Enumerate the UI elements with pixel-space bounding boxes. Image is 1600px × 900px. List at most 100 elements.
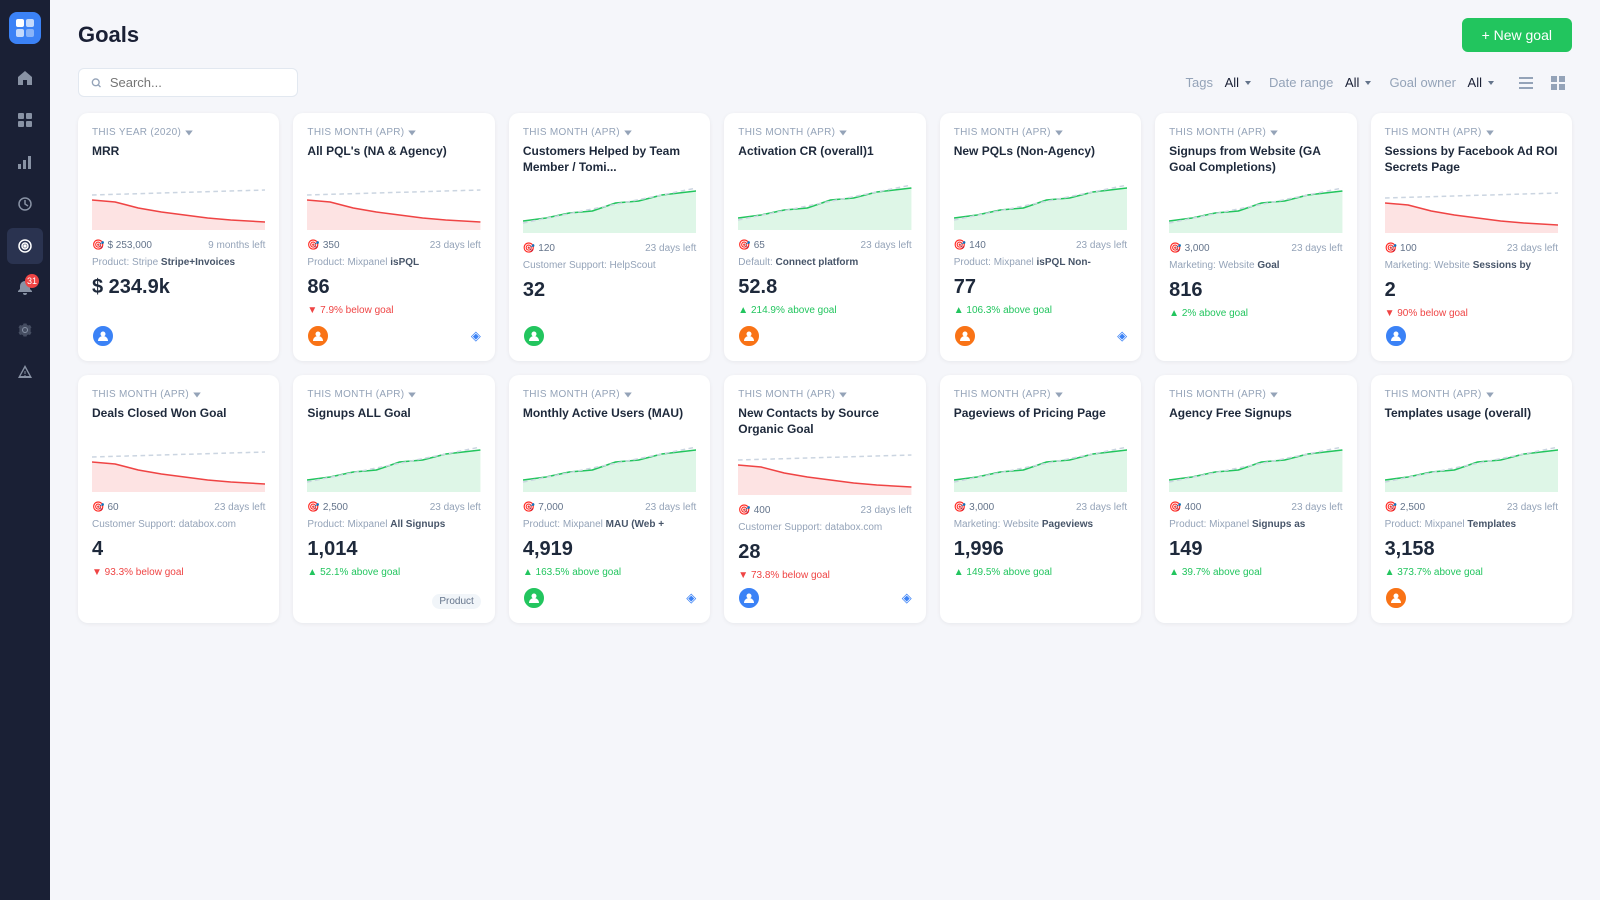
card-source: Product: Mixpanel isPQL Non- — [954, 257, 1127, 268]
goal-card[interactable]: THIS MONTH (APR) Signups ALL Goal 🎯 2,50… — [293, 375, 494, 623]
card-footer — [738, 325, 911, 347]
card-chart — [954, 180, 1127, 230]
chevron-icon — [838, 390, 848, 400]
chevron-icon — [1054, 390, 1064, 400]
goal-card[interactable]: THIS MONTH (APR) Activation CR (overall)… — [724, 113, 925, 361]
avatar-group — [1385, 325, 1407, 347]
view-toggle — [1512, 69, 1572, 97]
avatar — [1385, 587, 1407, 609]
connect-icon[interactable]: ◈ — [1117, 328, 1127, 343]
goal-card[interactable]: THIS MONTH (APR) All PQL's (NA & Agency)… — [293, 113, 494, 361]
sidebar-item-notifications[interactable]: 31 — [7, 270, 43, 306]
card-period: THIS MONTH (APR) — [1169, 127, 1342, 138]
card-target: 🎯 400 — [738, 505, 770, 516]
goals-grid: THIS YEAR (2020) MRR 🎯 $ 253,000 9 month… — [50, 109, 1600, 900]
card-target: 🎯 65 — [738, 240, 765, 251]
card-period: THIS MONTH (APR) — [954, 389, 1127, 400]
card-footer: ◈ — [523, 587, 696, 609]
card-target-value: 350 — [323, 240, 340, 251]
chevron-icon — [1269, 128, 1279, 138]
avatar-group — [523, 587, 545, 609]
card-period: THIS MONTH (APR) — [307, 127, 480, 138]
card-days: 9 months left — [208, 240, 265, 251]
card-target-value: 3,000 — [1185, 243, 1210, 254]
card-title: New Contacts by Source Organic Goal — [738, 406, 911, 437]
goal-card[interactable]: THIS MONTH (APR) Pageviews of Pricing Pa… — [940, 375, 1141, 623]
card-footer: ◈ — [307, 325, 480, 347]
card-delta: ▼ 73.8% below goal — [738, 570, 911, 581]
card-value: 1,996 — [954, 538, 1127, 561]
card-footer: ◈ — [954, 325, 1127, 347]
avatar — [523, 325, 545, 347]
card-source: Product: Mixpanel isPQL — [307, 257, 480, 268]
card-delta: ▲ 149.5% above goal — [954, 567, 1127, 578]
sidebar-item-metrics[interactable] — [7, 186, 43, 222]
goal-owner-filter[interactable]: Goal owner All — [1389, 75, 1496, 90]
card-target: 🎯 3,000 — [1169, 243, 1209, 254]
card-footer — [1385, 325, 1558, 347]
card-target-value: 3,000 — [969, 502, 994, 513]
avatar-group — [1385, 587, 1407, 609]
connect-icon[interactable]: ◈ — [471, 328, 481, 343]
card-value: 3,158 — [1385, 538, 1558, 561]
card-source: Default: Connect platform — [738, 257, 911, 268]
search-input[interactable] — [110, 75, 285, 90]
logo[interactable] — [9, 12, 41, 44]
list-view-button[interactable] — [1512, 69, 1540, 97]
card-title: All PQL's (NA & Agency) — [307, 144, 480, 172]
card-title: Templates usage (overall) — [1385, 406, 1558, 434]
chevron-icon — [407, 128, 417, 138]
card-source: Product: Mixpanel Templates — [1385, 519, 1558, 530]
sidebar-item-goals[interactable] — [7, 228, 43, 264]
sidebar-item-settings[interactable] — [7, 312, 43, 348]
search-box[interactable] — [78, 68, 298, 97]
card-period: THIS YEAR (2020) — [92, 127, 265, 138]
card-source: Product: Mixpanel All Signups — [307, 519, 480, 530]
connect-icon[interactable]: ◈ — [902, 590, 912, 605]
sidebar-item-reports[interactable] — [7, 144, 43, 180]
card-chart — [92, 180, 265, 230]
card-target-value: 140 — [969, 240, 986, 251]
sidebar-item-home[interactable] — [7, 60, 43, 96]
sidebar-item-dashboard[interactable] — [7, 102, 43, 138]
card-title: Customers Helped by Team Member / Tomi..… — [523, 144, 696, 175]
goal-card[interactable]: THIS MONTH (APR) Deals Closed Won Goal 🎯… — [78, 375, 279, 623]
card-delta: ▲ 2% above goal — [1169, 308, 1342, 319]
card-chart — [1385, 442, 1558, 492]
goal-card[interactable]: THIS MONTH (APR) New Contacts by Source … — [724, 375, 925, 623]
card-title: Sessions by Facebook Ad ROI Secrets Page — [1385, 144, 1558, 175]
connect-icon[interactable]: ◈ — [686, 590, 696, 605]
card-delta: ▲ 214.9% above goal — [738, 305, 911, 316]
new-goal-button[interactable]: + New goal — [1462, 18, 1572, 52]
sidebar-item-alerts[interactable] — [7, 354, 43, 390]
goal-card[interactable]: THIS MONTH (APR) Templates usage (overal… — [1371, 375, 1572, 623]
goal-card[interactable]: THIS MONTH (APR) Agency Free Signups 🎯 4… — [1155, 375, 1356, 623]
goal-card[interactable]: THIS MONTH (APR) Sessions by Facebook Ad… — [1371, 113, 1572, 361]
card-title: MRR — [92, 144, 265, 172]
card-chart — [307, 180, 480, 230]
avatar-group — [738, 587, 760, 609]
grid-view-button[interactable] — [1544, 69, 1572, 97]
goal-card[interactable]: THIS MONTH (APR) Monthly Active Users (M… — [509, 375, 710, 623]
main-content: Goals + New goal Tags All Date range All… — [50, 0, 1600, 900]
chevron-icon — [623, 390, 633, 400]
card-value: 52.8 — [738, 276, 911, 299]
card-target: 🎯 60 — [92, 502, 119, 513]
goal-card[interactable]: THIS MONTH (APR) Customers Helped by Tea… — [509, 113, 710, 361]
goal-card[interactable]: THIS MONTH (APR) Signups from Website (G… — [1155, 113, 1356, 361]
tags-filter[interactable]: Tags All — [1185, 75, 1253, 90]
card-days: 23 days left — [1507, 502, 1558, 513]
goal-card[interactable]: THIS YEAR (2020) MRR 🎯 $ 253,000 9 month… — [78, 113, 279, 361]
card-period: THIS MONTH (APR) — [523, 127, 696, 138]
card-title: Agency Free Signups — [1169, 406, 1342, 434]
card-source: Customer Support: databox.com — [738, 522, 911, 533]
card-target-value: 400 — [1185, 502, 1202, 513]
card-actions: ◈ — [902, 589, 912, 607]
card-chart — [92, 442, 265, 492]
sidebar: 31 — [0, 0, 50, 900]
chevron-icon — [838, 128, 848, 138]
card-meta: 🎯 400 23 days left — [738, 505, 911, 516]
date-range-filter[interactable]: Date range All — [1269, 75, 1373, 90]
goal-card[interactable]: THIS MONTH (APR) New PQLs (Non-Agency) 🎯… — [940, 113, 1141, 361]
card-period: THIS MONTH (APR) — [1385, 127, 1558, 138]
